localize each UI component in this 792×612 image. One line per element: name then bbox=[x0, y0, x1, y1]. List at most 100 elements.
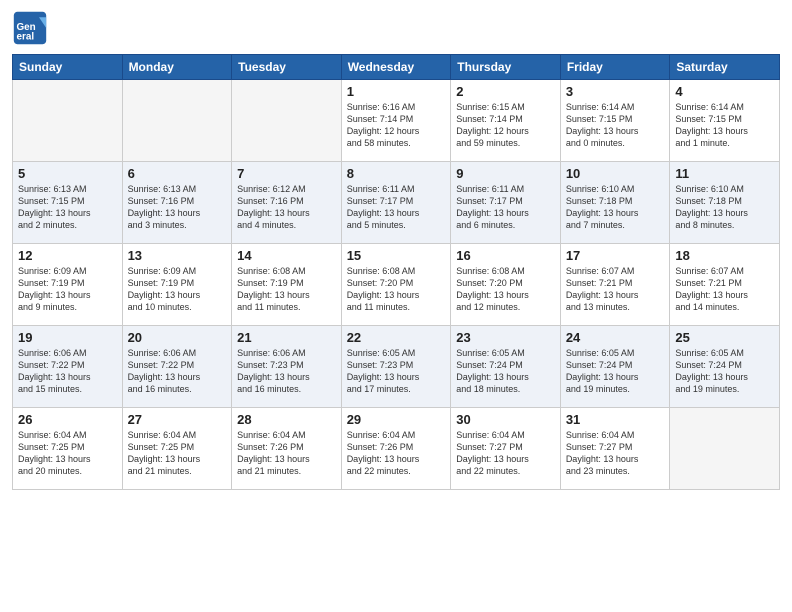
svg-text:eral: eral bbox=[17, 32, 35, 43]
calendar-cell: 10 Sunrise: 6:10 AM Sunset: 7:18 PM Dayli… bbox=[560, 162, 670, 244]
day-number: 13 bbox=[128, 248, 227, 263]
weekday-header: Thursday bbox=[451, 55, 561, 80]
day-number: 20 bbox=[128, 330, 227, 345]
weekday-header: Wednesday bbox=[341, 55, 451, 80]
weekday-header: Monday bbox=[122, 55, 232, 80]
day-number: 26 bbox=[18, 412, 117, 427]
calendar-week-row: 1 Sunrise: 6:16 AM Sunset: 7:14 PM Daylig… bbox=[13, 80, 780, 162]
day-info: Sunrise: 6:04 AM Sunset: 7:25 PM Dayligh… bbox=[128, 429, 227, 478]
logo: Gen eral bbox=[12, 10, 52, 46]
calendar-cell: 13 Sunrise: 6:09 AM Sunset: 7:19 PM Dayli… bbox=[122, 244, 232, 326]
day-info: Sunrise: 6:11 AM Sunset: 7:17 PM Dayligh… bbox=[347, 183, 446, 232]
day-number: 10 bbox=[566, 166, 665, 181]
day-number: 25 bbox=[675, 330, 774, 345]
weekday-header: Friday bbox=[560, 55, 670, 80]
calendar-cell: 11Sunrise: 6:10 AM Sunset: 7:18 PM Dayli… bbox=[670, 162, 780, 244]
calendar-cell: 17 Sunrise: 6:07 AM Sunset: 7:21 PM Dayli… bbox=[560, 244, 670, 326]
calendar-cell: 30 Sunrise: 6:04 AM Sunset: 7:27 PM Dayli… bbox=[451, 408, 561, 490]
day-number: 8 bbox=[347, 166, 446, 181]
day-info: Sunrise: 6:04 AM Sunset: 7:27 PM Dayligh… bbox=[566, 429, 665, 478]
calendar-cell: 7 Sunrise: 6:12 AM Sunset: 7:16 PM Daylig… bbox=[232, 162, 342, 244]
day-info: Sunrise: 6:15 AM Sunset: 7:14 PM Dayligh… bbox=[456, 101, 555, 150]
calendar-cell: 9Sunrise: 6:11 AM Sunset: 7:17 PM Daylig… bbox=[451, 162, 561, 244]
calendar-cell: 23Sunrise: 6:05 AM Sunset: 7:24 PM Dayli… bbox=[451, 326, 561, 408]
day-info: Sunrise: 6:05 AM Sunset: 7:24 PM Dayligh… bbox=[456, 347, 555, 396]
day-info: Sunrise: 6:04 AM Sunset: 7:26 PM Dayligh… bbox=[347, 429, 446, 478]
calendar-cell: 22 Sunrise: 6:05 AM Sunset: 7:23 PM Dayli… bbox=[341, 326, 451, 408]
weekday-header-row: SundayMondayTuesdayWednesdayThursdayFrid… bbox=[13, 55, 780, 80]
calendar-cell: 19 Sunrise: 6:06 AM Sunset: 7:22 PM Dayli… bbox=[13, 326, 123, 408]
day-info: Sunrise: 6:07 AM Sunset: 7:21 PM Dayligh… bbox=[675, 265, 774, 314]
logo-icon: Gen eral bbox=[12, 10, 48, 46]
calendar-cell: 12Sunrise: 6:09 AM Sunset: 7:19 PM Dayli… bbox=[13, 244, 123, 326]
calendar-cell: 2 Sunrise: 6:15 AM Sunset: 7:14 PM Daylig… bbox=[451, 80, 561, 162]
day-number: 21 bbox=[237, 330, 336, 345]
calendar-cell: 6 Sunrise: 6:13 AM Sunset: 7:16 PM Daylig… bbox=[122, 162, 232, 244]
day-number: 7 bbox=[237, 166, 336, 181]
day-info: Sunrise: 6:06 AM Sunset: 7:22 PM Dayligh… bbox=[18, 347, 117, 396]
calendar-cell: 8 Sunrise: 6:11 AM Sunset: 7:17 PM Daylig… bbox=[341, 162, 451, 244]
calendar-cell: 16 Sunrise: 6:08 AM Sunset: 7:20 PM Dayli… bbox=[451, 244, 561, 326]
calendar-week-row: 12 Sunrise: 6:09 AM Sunset: 7:19 PM Dayli… bbox=[13, 244, 780, 326]
day-info: Sunrise: 6:14 AM Sunset: 7:15 PM Dayligh… bbox=[566, 101, 665, 150]
day-number: 30 bbox=[456, 412, 555, 427]
calendar-cell bbox=[122, 80, 232, 162]
calendar-cell: 18 Sunrise: 6:07 AM Sunset: 7:21 PM Dayli… bbox=[670, 244, 780, 326]
day-number: 11 bbox=[675, 166, 774, 181]
day-number: 19 bbox=[18, 330, 117, 345]
weekday-header: Tuesday bbox=[232, 55, 342, 80]
day-number: 18 bbox=[675, 248, 774, 263]
day-info: Sunrise: 6:08 AM Sunset: 7:20 PM Dayligh… bbox=[456, 265, 555, 314]
calendar-cell bbox=[232, 80, 342, 162]
calendar-cell: 24 Sunrise: 6:05 AM Sunset: 7:24 PM Dayli… bbox=[560, 326, 670, 408]
calendar-week-row: 5Sunrise: 6:13 AM Sunset: 7:15 PM Daylig… bbox=[13, 162, 780, 244]
day-info: Sunrise: 6:04 AM Sunset: 7:27 PM Dayligh… bbox=[456, 429, 555, 478]
day-number: 16 bbox=[456, 248, 555, 263]
calendar-cell: 20 Sunrise: 6:06 AM Sunset: 7:22 PM Dayli… bbox=[122, 326, 232, 408]
weekday-header: Sunday bbox=[13, 55, 123, 80]
day-number: 24 bbox=[566, 330, 665, 345]
day-number: 29 bbox=[347, 412, 446, 427]
day-number: 22 bbox=[347, 330, 446, 345]
day-number: 28 bbox=[237, 412, 336, 427]
day-number: 2 bbox=[456, 84, 555, 99]
day-info: Sunrise: 6:07 AM Sunset: 7:21 PM Dayligh… bbox=[566, 265, 665, 314]
calendar-cell bbox=[13, 80, 123, 162]
day-number: 6 bbox=[128, 166, 227, 181]
day-number: 1 bbox=[347, 84, 446, 99]
day-info: Sunrise: 6:14 AM Sunset: 7:15 PM Dayligh… bbox=[675, 101, 774, 150]
day-number: 17 bbox=[566, 248, 665, 263]
day-info: Sunrise: 6:05 AM Sunset: 7:24 PM Dayligh… bbox=[566, 347, 665, 396]
calendar-cell: 3 Sunrise: 6:14 AM Sunset: 7:15 PM Daylig… bbox=[560, 80, 670, 162]
day-info: Sunrise: 6:09 AM Sunset: 7:19 PM Dayligh… bbox=[128, 265, 227, 314]
day-number: 14 bbox=[237, 248, 336, 263]
calendar-cell: 15Sunrise: 6:08 AM Sunset: 7:20 PM Dayli… bbox=[341, 244, 451, 326]
day-number: 9 bbox=[456, 166, 555, 181]
day-number: 4 bbox=[675, 84, 774, 99]
calendar-cell: 1 Sunrise: 6:16 AM Sunset: 7:14 PM Daylig… bbox=[341, 80, 451, 162]
day-number: 3 bbox=[566, 84, 665, 99]
day-info: Sunrise: 6:12 AM Sunset: 7:16 PM Dayligh… bbox=[237, 183, 336, 232]
day-info: Sunrise: 6:05 AM Sunset: 7:23 PM Dayligh… bbox=[347, 347, 446, 396]
calendar-week-row: 19 Sunrise: 6:06 AM Sunset: 7:22 PM Dayli… bbox=[13, 326, 780, 408]
calendar-cell: 28Sunrise: 6:04 AM Sunset: 7:26 PM Dayli… bbox=[232, 408, 342, 490]
day-info: Sunrise: 6:05 AM Sunset: 7:24 PM Dayligh… bbox=[675, 347, 774, 396]
day-number: 31 bbox=[566, 412, 665, 427]
day-info: Sunrise: 6:13 AM Sunset: 7:16 PM Dayligh… bbox=[128, 183, 227, 232]
calendar-cell: 31 Sunrise: 6:04 AM Sunset: 7:27 PM Dayli… bbox=[560, 408, 670, 490]
day-info: Sunrise: 6:06 AM Sunset: 7:23 PM Dayligh… bbox=[237, 347, 336, 396]
calendar-cell: 5Sunrise: 6:13 AM Sunset: 7:15 PM Daylig… bbox=[13, 162, 123, 244]
calendar-cell: 14Sunrise: 6:08 AM Sunset: 7:19 PM Dayli… bbox=[232, 244, 342, 326]
day-number: 27 bbox=[128, 412, 227, 427]
calendar-table: SundayMondayTuesdayWednesdayThursdayFrid… bbox=[12, 54, 780, 490]
day-info: Sunrise: 6:10 AM Sunset: 7:18 PM Dayligh… bbox=[566, 183, 665, 232]
calendar-cell: 21 Sunrise: 6:06 AM Sunset: 7:23 PM Dayli… bbox=[232, 326, 342, 408]
day-number: 15 bbox=[347, 248, 446, 263]
calendar-cell: 4 Sunrise: 6:14 AM Sunset: 7:15 PM Daylig… bbox=[670, 80, 780, 162]
calendar-cell bbox=[670, 408, 780, 490]
calendar-cell: 26Sunrise: 6:04 AM Sunset: 7:25 PM Dayli… bbox=[13, 408, 123, 490]
day-info: Sunrise: 6:06 AM Sunset: 7:22 PM Dayligh… bbox=[128, 347, 227, 396]
day-number: 12 bbox=[18, 248, 117, 263]
day-info: Sunrise: 6:16 AM Sunset: 7:14 PM Dayligh… bbox=[347, 101, 446, 150]
calendar-week-row: 26 Sunrise: 6:04 AM Sunset: 7:25 PM Dayli… bbox=[13, 408, 780, 490]
